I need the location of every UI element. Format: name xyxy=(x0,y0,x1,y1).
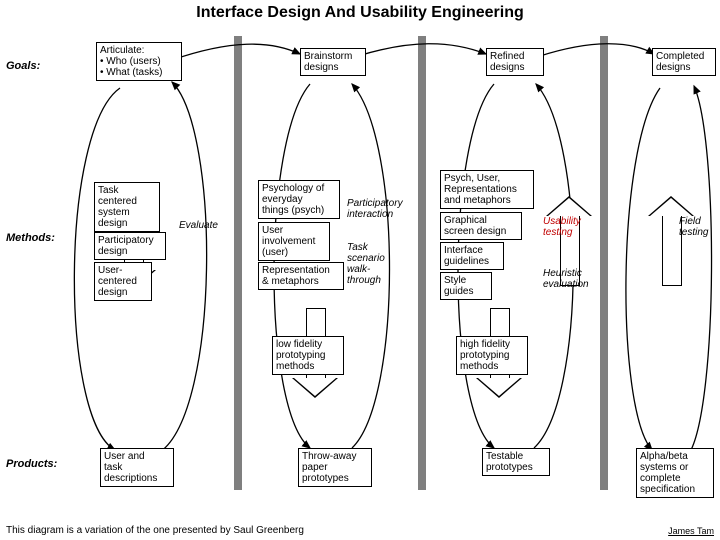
credit: James Tam xyxy=(668,526,714,536)
method-user-involvement: User involvement (user) xyxy=(258,222,330,261)
label-field-testing: Field testing xyxy=(676,214,718,240)
up-arrow-icon xyxy=(648,196,694,286)
footnote: This diagram is a variation of the one p… xyxy=(6,525,304,536)
goal-articulate: Articulate: • Who (users) • What (tasks) xyxy=(96,42,182,81)
method-representation: Representation & metaphors xyxy=(258,262,344,290)
method-low-fidelity: low fidelity prototyping methods xyxy=(272,336,344,375)
product-user-task: User and task descriptions xyxy=(100,448,174,487)
label-usability-testing: Usability testing xyxy=(540,214,596,240)
method-graphical: Graphical screen design xyxy=(440,212,522,240)
method-psych-user-rep: Psych, User, Representations and metapho… xyxy=(440,170,534,209)
method-style-guides: Style guides xyxy=(440,272,492,300)
method-user-centered: User- centered design xyxy=(94,262,152,301)
goal-brainstorm: Brainstorm designs xyxy=(300,48,366,76)
method-participatory-design: Participatory design xyxy=(94,232,166,260)
goal-refined: Refined designs xyxy=(486,48,544,76)
product-testable: Testable prototypes xyxy=(482,448,550,476)
method-task-centered: Task centered system design xyxy=(94,182,160,232)
label-participatory-interaction: Participatory interaction xyxy=(344,196,414,222)
method-psych-everyday: Psychology of everyday things (psych) xyxy=(258,180,340,219)
label-heuristic: Heuristic evaluation xyxy=(540,266,602,292)
label-evaluate: Evaluate xyxy=(176,218,226,233)
label-task-scenario: Task scenario walk- through xyxy=(344,240,404,288)
goal-completed: Completed designs xyxy=(652,48,716,76)
method-interface-guidelines: Interface guidelines xyxy=(440,242,504,270)
product-alpha-beta: Alpha/beta systems or complete specifica… xyxy=(636,448,714,498)
method-high-fidelity: high fidelity prototyping methods xyxy=(456,336,528,375)
product-throwaway: Throw-away paper prototypes xyxy=(298,448,372,487)
